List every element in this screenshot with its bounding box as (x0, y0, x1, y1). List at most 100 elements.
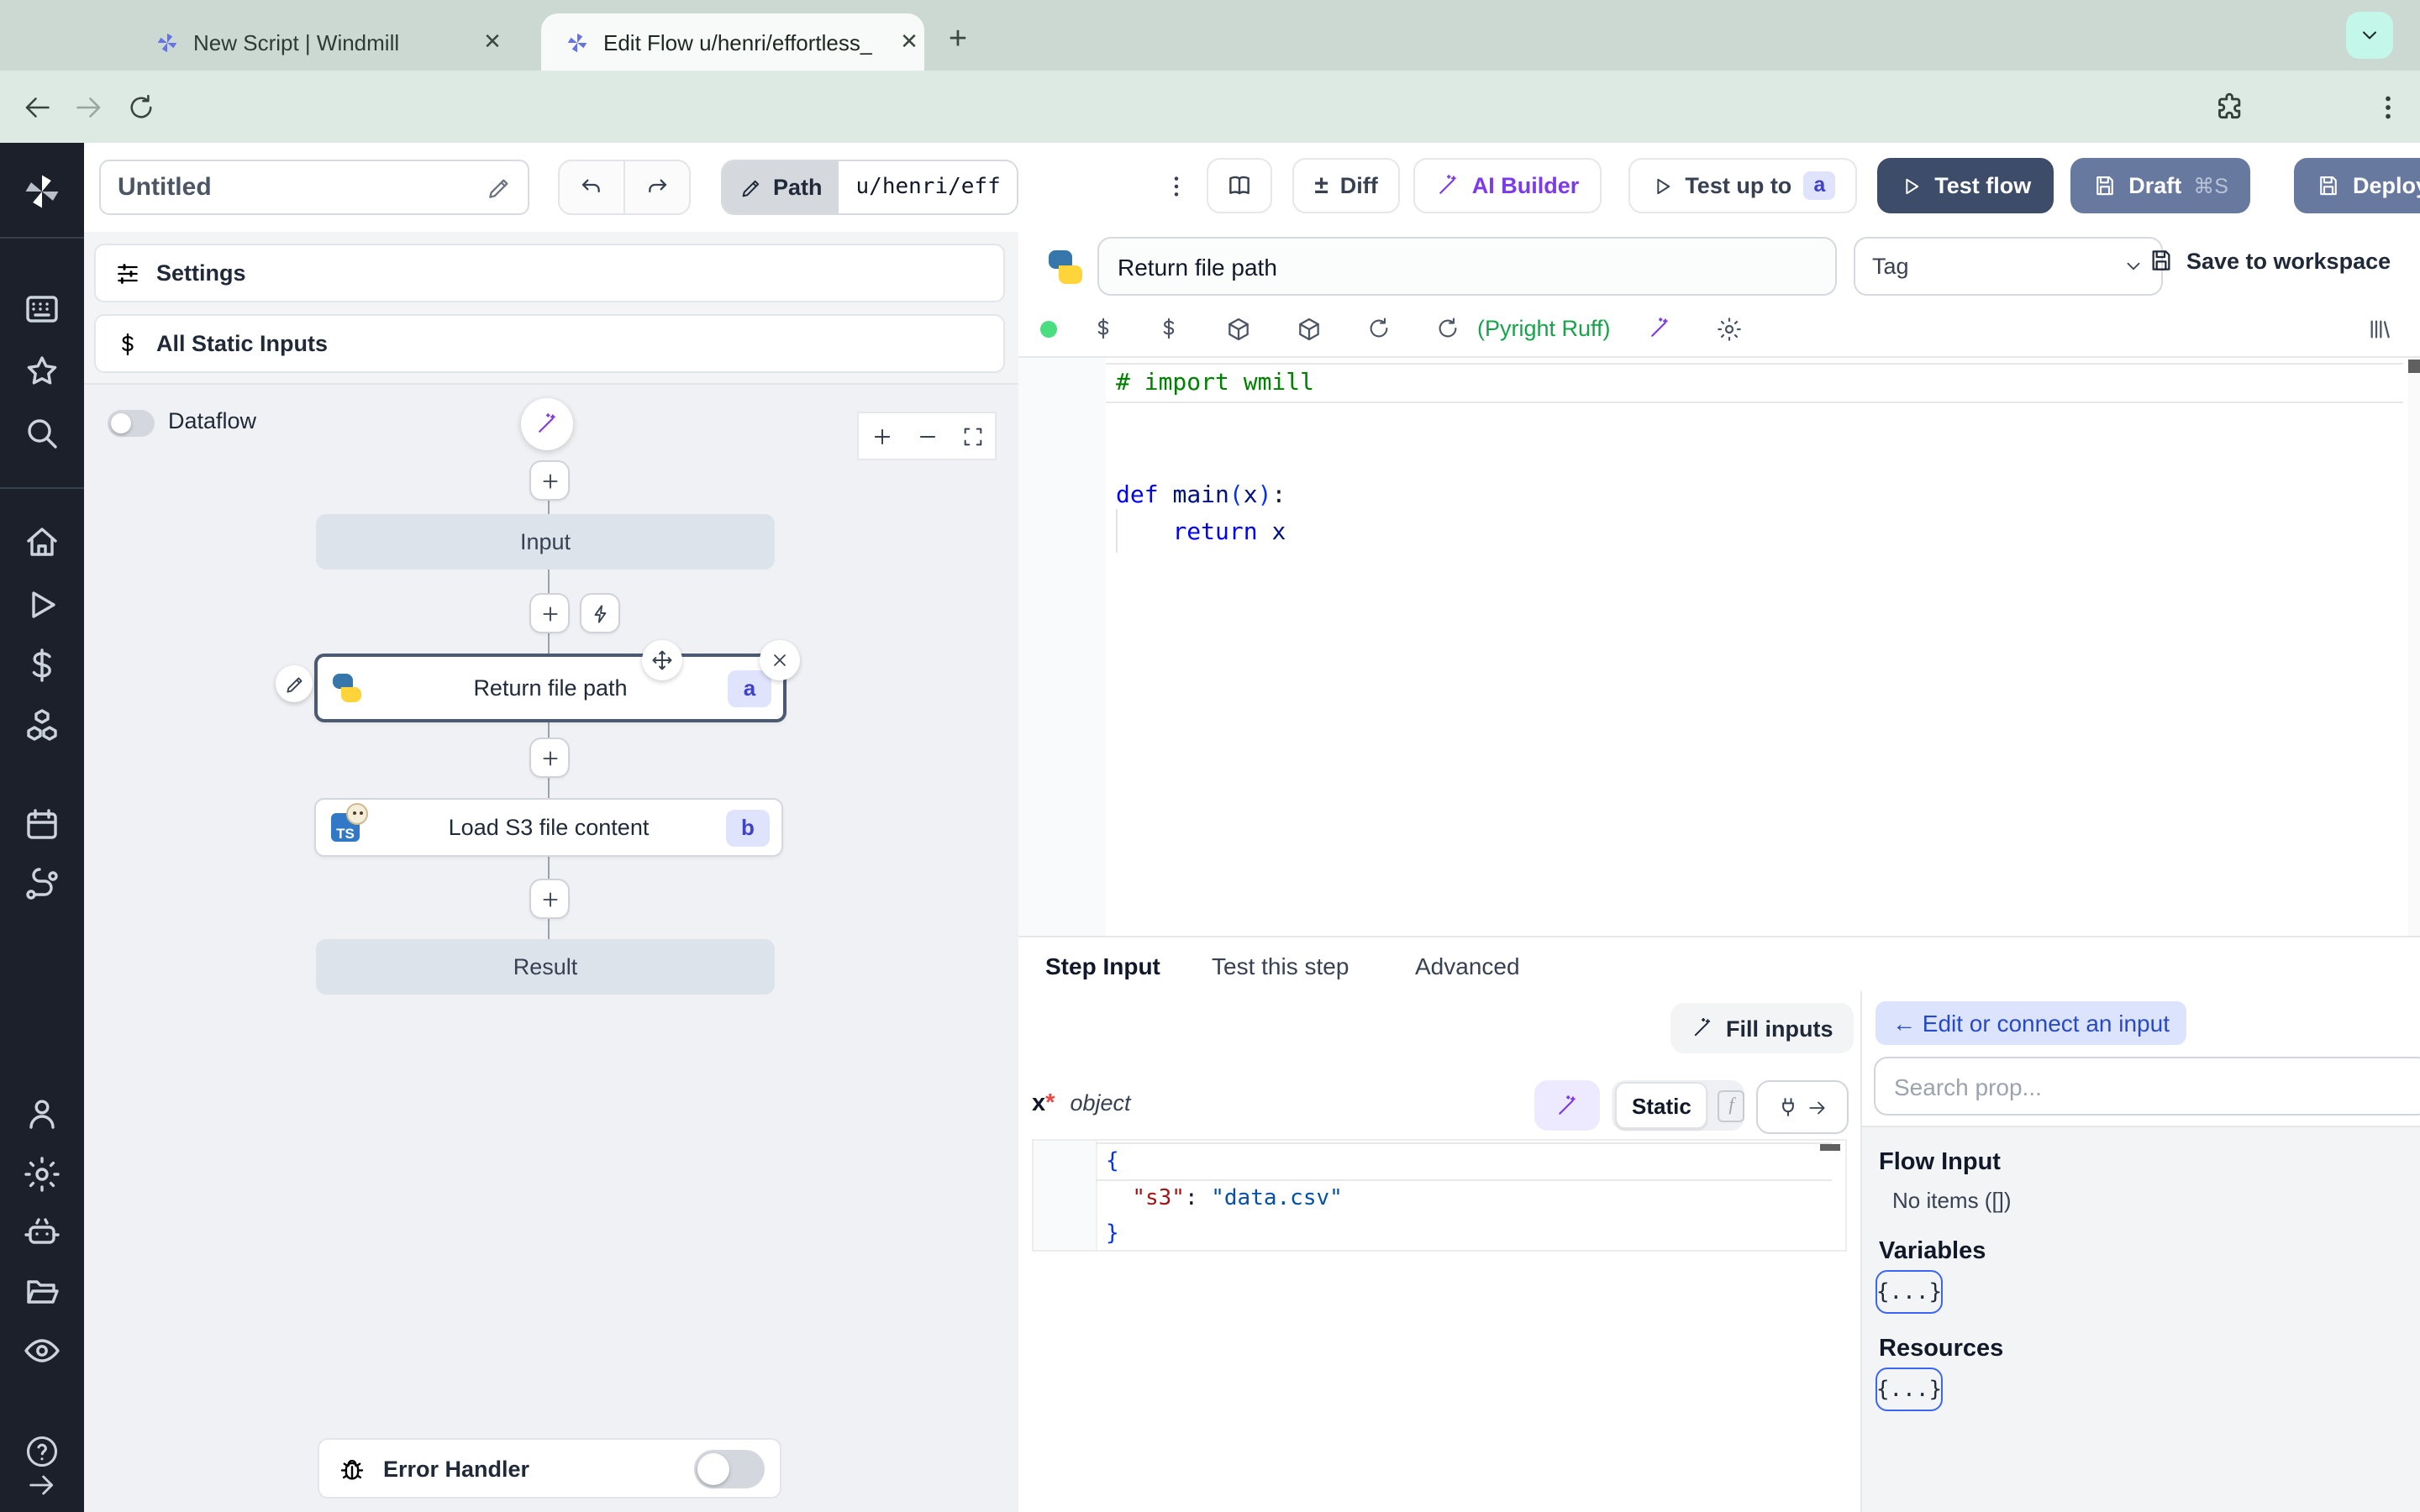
tab-close-icon[interactable]: ✕ (477, 29, 508, 55)
search-prop-input[interactable]: Search prop... (1874, 1057, 2420, 1116)
flow-result-node[interactable]: Result (316, 939, 775, 995)
all-static-inputs-button[interactable]: All Static Inputs (94, 314, 1005, 373)
new-tab-button[interactable]: + (938, 20, 978, 60)
zoom-in-button[interactable] (859, 413, 904, 459)
path-button[interactable]: Path u/henri/eff (721, 160, 1019, 215)
forward-icon[interactable] (74, 92, 104, 122)
home-icon[interactable] (22, 522, 62, 563)
tab-close-icon[interactable]: ✕ (894, 29, 924, 55)
resources-cubes-icon[interactable] (22, 706, 62, 746)
library-icon[interactable] (2366, 315, 2393, 342)
magic-wand-icon[interactable] (1648, 316, 1673, 341)
insert-step-button[interactable] (529, 593, 570, 633)
error-handler-toggle[interactable] (694, 1449, 765, 1488)
fit-view-icon[interactable] (950, 413, 995, 459)
edge (548, 632, 550, 654)
tab-step-input[interactable]: Step Input (1045, 937, 1160, 998)
back-icon[interactable] (22, 92, 52, 122)
plus-icon (542, 750, 557, 765)
fill-inputs-button[interactable]: Fill inputs (1670, 1003, 1854, 1053)
schedules-calendar-icon[interactable] (22, 805, 62, 845)
function-mode-icon[interactable]: f (1718, 1089, 1744, 1121)
tab-strip-collapse-button[interactable] (2346, 12, 2393, 59)
connect-input-button[interactable] (1756, 1080, 1849, 1134)
audit-logs-eye-icon[interactable] (22, 1331, 62, 1371)
docs-button[interactable] (1207, 158, 1273, 213)
dataflow-toggle[interactable] (108, 410, 155, 437)
favorites-star-icon[interactable] (22, 351, 62, 391)
step-name-input[interactable]: Return file path (1097, 237, 1837, 296)
edit-pencil-icon[interactable] (486, 174, 513, 201)
graph-ai-wand-button[interactable] (521, 398, 573, 450)
deploy-button[interactable]: Deploy (2293, 158, 2420, 213)
step-node-a[interactable]: Return file path a (314, 654, 786, 722)
search-icon[interactable] (22, 413, 62, 454)
editor-scrollbar[interactable] (1820, 1144, 1840, 1151)
redo-button[interactable] (623, 161, 689, 213)
json-lines: { "s3": "data.csv"} (1096, 1142, 1832, 1252)
tab-advanced[interactable]: Advanced (1415, 937, 1520, 993)
more-options-kebab-icon[interactable] (1163, 172, 1190, 199)
flow-input-node[interactable]: Input (316, 514, 775, 570)
edit-or-connect-button[interactable]: ← Edit or connect an input (1876, 1001, 2186, 1045)
flow-graph-canvas[interactable]: Dataflow Input Return file path a TS Loa… (84, 385, 1018, 1512)
editor-settings-gear-icon[interactable] (1717, 315, 1744, 342)
insert-step-button[interactable] (529, 460, 570, 501)
test-flow-button[interactable]: Test flow (1877, 158, 2054, 213)
insert-step-button[interactable] (529, 879, 570, 919)
reload-icon[interactable] (1435, 316, 1460, 341)
variables-dollar-icon[interactable] (22, 645, 62, 685)
step-badge: a (1803, 171, 1836, 200)
tag-select[interactable]: Tag (1854, 237, 2163, 296)
json-arg-editor[interactable]: { "s3": "data.csv"} (1032, 1139, 1847, 1252)
apps-icon[interactable] (22, 289, 62, 329)
undo-button[interactable] (560, 161, 623, 213)
error-handler-row[interactable]: Error Handler (318, 1438, 781, 1499)
lint-status-label[interactable]: (Pyright Ruff) (1477, 316, 1611, 341)
runs-play-icon[interactable] (22, 585, 62, 625)
test-up-to-button[interactable]: Test up to a (1628, 158, 1858, 213)
flow-settings-button[interactable]: Settings (94, 244, 1005, 302)
settings-gear-icon[interactable] (22, 1154, 62, 1194)
step-node-b[interactable]: TS Load S3 file content b (314, 798, 783, 857)
arg-ai-wand-button[interactable] (1534, 1080, 1600, 1131)
insert-step-button[interactable] (529, 738, 570, 778)
package-icon[interactable] (1296, 315, 1323, 342)
workers-robot-icon[interactable] (22, 1213, 62, 1253)
draft-button[interactable]: Draft ⌘S (2070, 158, 2250, 213)
insert-trigger-button[interactable] (580, 593, 620, 633)
variables-braces-button[interactable]: {...} (1876, 1270, 1943, 1314)
save-to-workspace-button[interactable]: Save to workspace (2148, 247, 2391, 274)
chrome-menu-icon[interactable] (2373, 92, 2403, 122)
package-icon[interactable] (1225, 315, 1252, 342)
diff-button[interactable]: ± Diff (1292, 158, 1400, 213)
ai-builder-button[interactable]: AI Builder (1413, 158, 1602, 213)
browser-tab-edit-flow[interactable]: Edit Flow u/henri/effortless_fl ✕ (541, 13, 924, 71)
edit-step-pencil-button[interactable] (276, 665, 313, 702)
zoom-out-button[interactable] (904, 413, 950, 459)
editor-scrollbar[interactable] (2408, 358, 2420, 937)
browser-tab-new-script[interactable]: New Script | Windmill ✕ (134, 13, 508, 71)
reload-icon[interactable] (1366, 316, 1392, 341)
delete-step-button[interactable] (760, 640, 800, 680)
expand-sidebar-arrow-icon[interactable] (25, 1468, 59, 1502)
magic-wand-icon (1559, 1095, 1576, 1114)
extensions-puzzle-icon[interactable] (2213, 90, 2247, 123)
code-editor[interactable]: # import wmill def main(x): return x (1018, 356, 2420, 937)
contextual-dollar-icon[interactable] (1156, 316, 1181, 341)
help-icon[interactable] (24, 1433, 60, 1470)
close-icon (774, 654, 786, 666)
move-step-handle[interactable] (642, 640, 682, 680)
folders-icon[interactable] (22, 1272, 62, 1312)
static-mode-pill[interactable]: Static (1615, 1082, 1708, 1129)
input-mode-toggle[interactable]: Static f (1612, 1080, 1744, 1131)
reload-icon[interactable] (126, 92, 156, 122)
variables-dollar-icon[interactable] (1091, 316, 1116, 341)
editor-toolbar: (Pyright Ruff) (1018, 301, 2420, 356)
flow-name-input[interactable]: Untitled (99, 160, 529, 215)
windmill-logo[interactable] (20, 170, 64, 213)
routes-icon[interactable] (22, 865, 62, 906)
tab-test-this-step[interactable]: Test this step (1212, 937, 1349, 993)
resources-braces-button[interactable]: {...} (1876, 1368, 1943, 1411)
account-user-icon[interactable] (22, 1094, 62, 1134)
